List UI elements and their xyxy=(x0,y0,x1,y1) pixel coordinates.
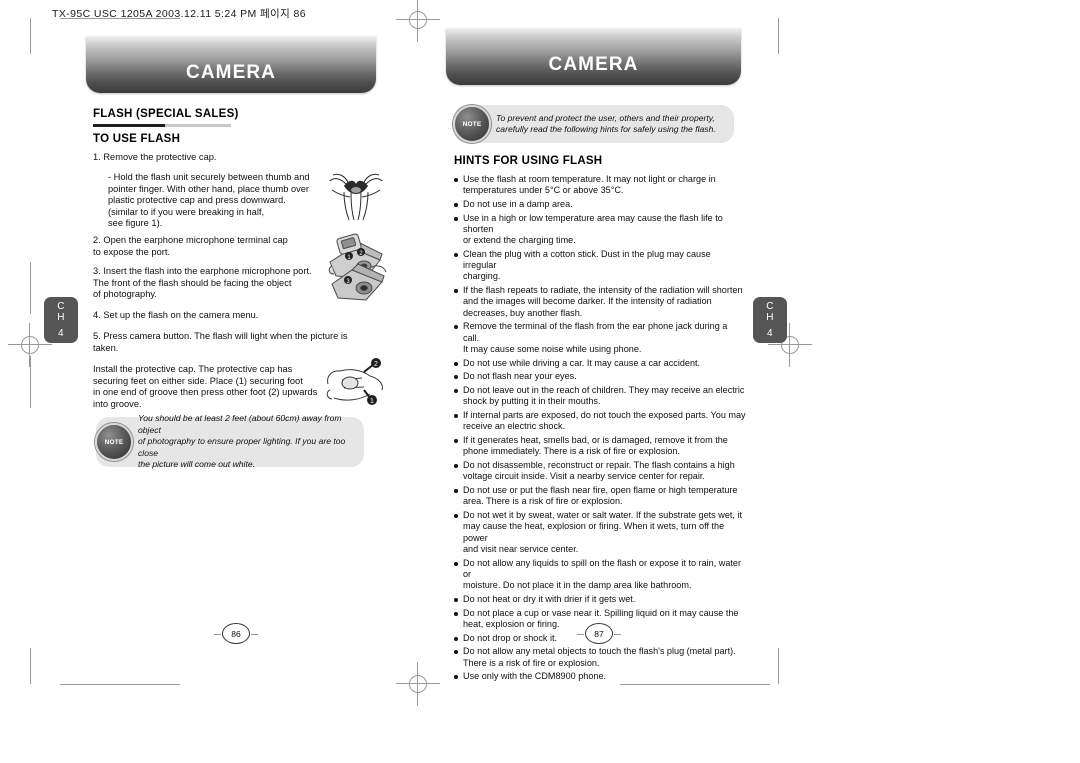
note-text-left: You should be at least 2 feet (about 60c… xyxy=(138,413,346,470)
section-title-rule xyxy=(93,124,231,127)
note-badge-label-left: NOTE xyxy=(104,438,124,446)
step-3-text: 3. Insert the flash into the earphone mi… xyxy=(93,266,312,300)
left-page: CAMERA FLASH (SPECIAL SALES) TO USE FLAS… xyxy=(0,0,450,763)
insert-flash-illustration: 3 xyxy=(326,258,390,311)
list-item: Do not wet it by sweat, water or salt wa… xyxy=(454,510,746,555)
page-banner-right: CAMERA xyxy=(446,28,741,85)
banner-title-right: CAMERA xyxy=(548,54,639,75)
list-item: Do not use while driving a car. It may c… xyxy=(454,358,746,369)
step-1-text: 1. Remove the protective cap. xyxy=(93,152,217,162)
page-banner-left: CAMERA xyxy=(86,36,376,93)
step-2-text: 2. Open the earphone microphone terminal… xyxy=(93,235,288,257)
list-item: If the flash repeats to radiate, the int… xyxy=(454,285,746,319)
step-4-text: 4. Set up the flash on the camera menu. xyxy=(93,310,259,320)
subsection-title-to-use-flash: TO USE FLASH xyxy=(93,133,181,145)
list-item: Do not use in a damp area. xyxy=(454,199,746,210)
chapter-tab-label-left: C H xyxy=(57,301,65,323)
chapter-tab-label-right: C H xyxy=(766,301,774,323)
list-item: Clean the plug with a cotton stick. Dust… xyxy=(454,249,746,283)
note-box-left: NOTE You should be at least 2 feet (abou… xyxy=(95,413,364,469)
section-title-flash: FLASH (SPECIAL SALES) xyxy=(93,108,239,120)
list-item: Do not leave out in the reach of childre… xyxy=(454,385,746,407)
chapter-tab-left: C H 4 xyxy=(44,297,78,343)
note-badge-icon-right: NOTE xyxy=(453,105,491,143)
list-item: Use only with the CDM8900 phone. xyxy=(454,671,746,682)
chapter-tab-number-right: 4 xyxy=(767,328,773,339)
list-item: Do not allow any metal objects to touch … xyxy=(454,646,746,668)
list-item: Use in a high or low temperature area ma… xyxy=(454,213,746,247)
hints-bullet-list: Use the flash at room temperature. It ma… xyxy=(454,174,746,685)
list-item: Do not heat or dry it with drier if it g… xyxy=(454,594,746,605)
page-number-left: 86 xyxy=(214,623,258,644)
step-5-text: 5. Press camera button. The flash will l… xyxy=(93,331,348,353)
list-item: If it generates heat, smells bad, or is … xyxy=(454,435,746,457)
closing-paragraph-text: Install the protective cap. The protecti… xyxy=(93,364,318,409)
list-item: Do not flash near your eyes. xyxy=(454,371,746,382)
list-item: Do not allow any liquids to spill on the… xyxy=(454,558,746,592)
right-page: CAMERA NOTE To prevent and protect the u… xyxy=(446,0,900,763)
page-number-label-right: 87 xyxy=(594,628,604,639)
note-box-right: NOTE To prevent and protect the user, ot… xyxy=(453,105,734,143)
note-badge-icon-left: NOTE xyxy=(95,423,133,461)
svg-text:2: 2 xyxy=(374,361,378,368)
install-protective-cap-illustration: 2 1 xyxy=(320,358,392,417)
list-item: Do not use or put the flash near fire, o… xyxy=(454,485,746,507)
list-item: Do not disassemble, reconstruct or repai… xyxy=(454,460,746,482)
page-number-label-left: 86 xyxy=(231,628,241,639)
svg-text:1: 1 xyxy=(370,398,374,405)
note-text-right: To prevent and protect the user, others … xyxy=(496,112,716,134)
banner-title-left: CAMERA xyxy=(186,62,276,83)
hands-breaking-cap-illustration xyxy=(324,168,388,229)
chapter-tab-right: C H 4 xyxy=(753,297,787,343)
note-badge-label-right: NOTE xyxy=(462,120,482,128)
list-item: Use the flash at room temperature. It ma… xyxy=(454,174,746,196)
chapter-tab-number-left: 4 xyxy=(58,328,64,339)
list-item: Remove the terminal of the flash from th… xyxy=(454,321,746,355)
page-number-right: 87 xyxy=(577,623,621,644)
step-1-detail-text: - Hold the flash unit securely between t… xyxy=(108,172,310,229)
list-item: If internal parts are exposed, do not to… xyxy=(454,410,746,432)
section-title-hints: HINTS FOR USING FLASH xyxy=(454,155,603,167)
